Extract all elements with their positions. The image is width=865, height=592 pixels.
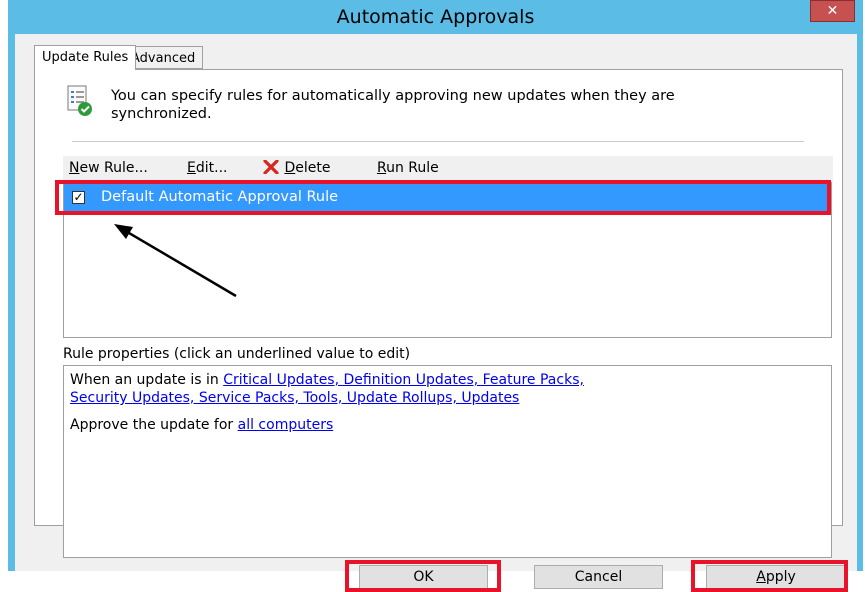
classification-line-2: Security Updates, Service Packs, Tools, … (70, 390, 519, 407)
rule-enabled-checkbox[interactable]: ✓ (72, 191, 85, 204)
classifications-link[interactable]: Critical Updates, Definition Updates, Fe… (223, 372, 584, 388)
approval-line: Approve the update for all computers (70, 417, 334, 433)
rule-properties-label: Rule properties (click an underlined val… (63, 346, 411, 362)
red-x-delete-icon (263, 159, 279, 175)
cancel-button[interactable]: Cancel (534, 565, 663, 589)
separator (72, 141, 804, 142)
classification-line: When an update is in Critical Updates, D… (70, 372, 584, 388)
rules-list[interactable]: ✓ Default Automatic Approval Rule (63, 182, 832, 338)
rule-label: Default Automatic Approval Rule (101, 189, 339, 205)
classifications-link-2[interactable]: Security Updates, Service Packs, Tools, … (70, 390, 519, 406)
update-rules-panel: You can specify rules for automatically … (34, 69, 843, 558)
new-rule-button[interactable]: New Rule... (69, 160, 148, 176)
dialog-window: Automatic Approvals ✕ Update Rules Advan… (8, 0, 863, 589)
rule-properties-box: When an update is in Critical Updates, D… (63, 365, 832, 558)
delete-button[interactable]: Delete (262, 159, 330, 176)
window-title: Automatic Approvals (336, 6, 535, 28)
rules-doc-check-icon (67, 85, 92, 116)
edit-button[interactable]: Edit... (187, 160, 227, 176)
info-text: You can specify rules for automatically … (111, 88, 675, 122)
dialog-client-area: Update Rules Advanced You can specify ru… (15, 34, 857, 589)
run-rule-button[interactable]: Run Rule (377, 160, 439, 176)
close-icon: ✕ (826, 3, 839, 19)
rules-toolbar: New Rule... Edit... Delete Run Rule (63, 156, 833, 182)
rule-row[interactable]: ✓ Default Automatic Approval Rule (64, 183, 831, 211)
close-button[interactable]: ✕ (810, 0, 855, 22)
ok-button[interactable]: OK (359, 565, 488, 589)
title-bar[interactable]: Automatic Approvals ✕ (8, 0, 863, 34)
tab-update-rules[interactable]: Update Rules (34, 45, 137, 70)
apply-button[interactable]: Apply (706, 565, 846, 589)
computers-link[interactable]: all computers (238, 417, 334, 433)
